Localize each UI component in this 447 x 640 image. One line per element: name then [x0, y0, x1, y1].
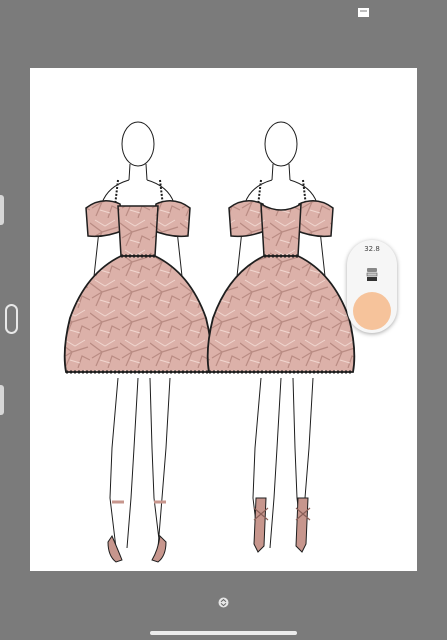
left-edge-handle-top[interactable] — [0, 195, 4, 225]
current-color-swatch[interactable] — [353, 292, 391, 330]
expand-collapse-icon[interactable] — [218, 597, 229, 608]
brush-tool-panel[interactable]: 32.8 — [347, 240, 397, 333]
left-edge-handle-bottom[interactable] — [0, 385, 4, 415]
brush-stack-icon[interactable] — [364, 266, 380, 282]
home-indicator[interactable] — [150, 631, 297, 635]
window-icon[interactable] — [358, 8, 369, 17]
status-bar — [0, 0, 447, 28]
shoe-back-left — [253, 497, 267, 553]
shoe-front-right — [151, 534, 167, 563]
dress-front-bodice — [117, 205, 159, 257]
dress-front-skirt — [63, 255, 213, 373]
left-edge-handle-middle[interactable] — [5, 304, 18, 334]
dress-back-skirt — [206, 255, 356, 373]
brush-size-value[interactable]: 32.8 — [347, 245, 397, 253]
dress-back-bodice — [260, 202, 302, 257]
shoe-back-right — [295, 497, 309, 553]
